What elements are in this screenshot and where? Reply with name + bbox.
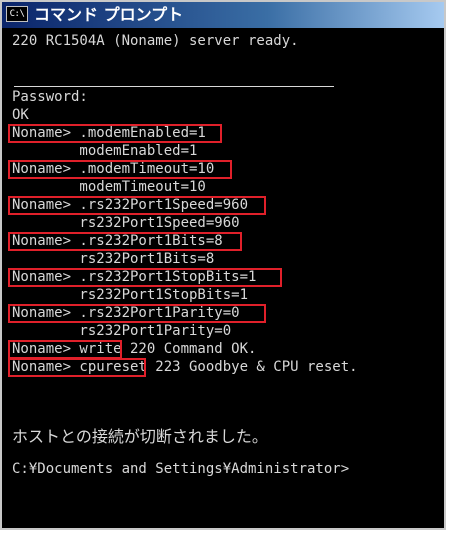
console-line-command: Noname> .modemTimeout=10	[12, 161, 215, 177]
console-line-disconnected: ホストとの接続が切断されました。	[12, 427, 268, 446]
console-line-command: Noname> write 220 Command OK.	[12, 341, 257, 357]
title-bar[interactable]: C:\ コマンド プロンプト	[2, 2, 444, 28]
console-line-response: rs232Port1StopBits=1	[12, 287, 249, 303]
console-line-command: Noname> cpureset 223 Goodbye & CPU reset…	[12, 359, 358, 375]
console-line-response: rs232Port1Bits=8	[12, 251, 215, 267]
console-line-response: modemEnabled=1	[12, 143, 198, 159]
cmd-icon: C:\	[6, 6, 28, 22]
console-line-response: rs232Port1Parity=0	[12, 323, 232, 339]
console-line-command: Noname> .rs232Port1Parity=0	[12, 305, 240, 321]
banner-underline	[14, 86, 334, 87]
console-output[interactable]: 220 RC1504A (Noname) server ready. Passw…	[2, 28, 444, 528]
console-line-password: Password:	[12, 89, 88, 105]
console-line-banner: 220 RC1504A (Noname) server ready.	[12, 33, 299, 49]
console-line-command: Noname> .rs232Port1Speed=960	[12, 197, 249, 213]
command-prompt-window: C:\ コマンド プロンプト 220 RC1504A (Noname) serv…	[0, 0, 446, 530]
console-line-command: Noname> .modemEnabled=1	[12, 125, 206, 141]
console-line-command: Noname> .rs232Port1Bits=8	[12, 233, 223, 249]
console-line-response: rs232Port1Speed=960	[12, 215, 240, 231]
console-line-command: Noname> .rs232Port1StopBits=1	[12, 269, 257, 285]
console-line-prompt: C:¥Documents and Settings¥Administrator>	[12, 461, 350, 477]
window-title: コマンド プロンプト	[34, 5, 184, 24]
console-line-ok: OK	[12, 107, 29, 123]
console-line-response: modemTimeout=10	[12, 179, 206, 195]
